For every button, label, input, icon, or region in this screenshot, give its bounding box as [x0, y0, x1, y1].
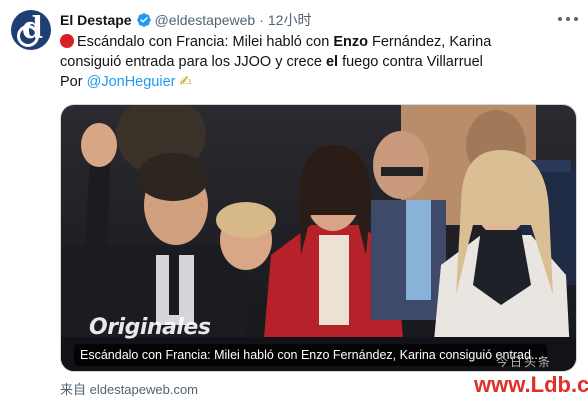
link-card[interactable]: Originales Escándalo con Francia: Milei … — [60, 104, 577, 372]
tweet-time[interactable]: 12小时 — [268, 10, 312, 30]
watermark: www.Ldb.cc — [474, 372, 588, 397]
avatar[interactable]: d — [11, 10, 51, 50]
watermark-sub: 今日头条 — [496, 355, 553, 369]
author-handle[interactable]: @eldestapeweb — [155, 12, 256, 28]
mention-link[interactable]: @JonHeguier — [87, 74, 176, 90]
tweet-text: Escándalo con Francia: Milei habló con E… — [60, 32, 580, 92]
card-source-link[interactable]: 来自 eldestapeweb.com — [60, 379, 198, 398]
text-segment: fuego contra Villarruel — [338, 54, 483, 70]
bold-text: el — [325, 54, 339, 70]
more-dot — [566, 17, 570, 21]
tweet-line-2: consiguió entrada para los JJOO y crece … — [60, 52, 580, 72]
red-circle-icon — [60, 34, 74, 48]
tweet-header: El Destape @eldestapeweb · 12小时 — [60, 10, 311, 30]
text-segment: consiguió entrada para los JJOO y crece — [60, 54, 326, 70]
card-caption[interactable]: Escándalo con Francia: Milei habló con E… — [74, 344, 548, 366]
writing-hand-icon: ✍ — [179, 74, 192, 90]
text-segment: Fernández, Karina — [367, 34, 492, 50]
tweet-line-3: Por @JonHeguier ✍ — [60, 72, 580, 92]
more-options-icon[interactable] — [558, 11, 578, 27]
text-segment: Por — [60, 74, 87, 90]
verified-badge-icon[interactable] — [136, 12, 152, 28]
separator-dot: · — [259, 12, 264, 28]
more-dot — [574, 17, 578, 21]
brand-overlay: Originales — [89, 315, 211, 340]
tweet-line-1: Escándalo con Francia: Milei habló con E… — [60, 32, 580, 52]
bold-text: Enzo — [333, 34, 368, 50]
el-destape-logo: d — [22, 11, 43, 46]
author-name[interactable]: El Destape — [60, 12, 132, 28]
text-segment: Escándalo con Francia: Milei habló con — [77, 34, 334, 50]
more-dot — [558, 17, 562, 21]
